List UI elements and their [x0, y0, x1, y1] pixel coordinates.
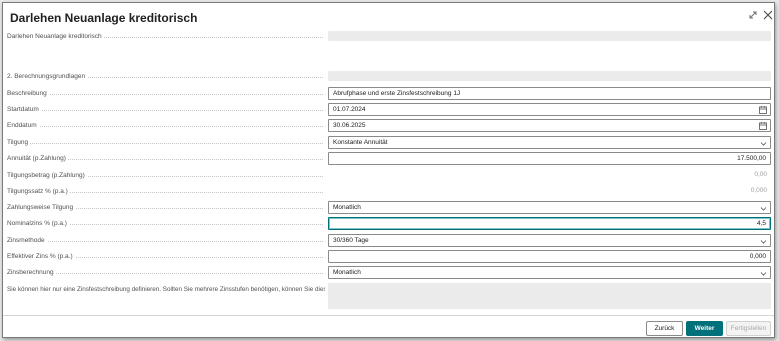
loan-dialog: Darlehen Neuanlage kreditorisch Darlehen… [2, 2, 775, 338]
footer-divider [3, 315, 774, 316]
section2-field [328, 71, 771, 81]
row-tilgungsbetrag: Tilgungsbetrag (p.Zahlung) 0,00 [3, 169, 774, 182]
annuitaet-input[interactable]: 17.500,00 [328, 152, 771, 165]
header-row: Darlehen Neuanlage kreditorisch [3, 30, 774, 43]
zinsberechnung-select[interactable]: Monatlich [328, 266, 771, 279]
section2-label: 2. Berechnungsgrundlagen [7, 70, 323, 83]
zinsberechnung-value: Monatlich [333, 269, 361, 276]
chevron-down-icon [760, 140, 767, 146]
zahlungsweise-value: Monatlich [333, 204, 361, 211]
enddatum-input[interactable]: 30.06.2025 [328, 119, 771, 132]
zinsmethode-label: Zinsmethode [7, 234, 323, 247]
zinsmethode-select[interactable]: 30/360 Tage [328, 234, 771, 247]
tilgung-value: Konstante Annuität [333, 139, 388, 146]
startdatum-input[interactable]: 01.07.2024 [328, 103, 771, 116]
zahlungsweise-label: Zahlungsweise Tilgung [7, 201, 323, 214]
row-zinsberechnung: Zinsberechnung Monatlich [3, 266, 774, 279]
startdatum-value: 01.07.2024 [333, 106, 366, 113]
zinsberechnung-label: Zinsberechnung [7, 266, 323, 279]
chevron-down-icon [760, 205, 767, 211]
info-box [328, 283, 771, 309]
effektiver-zins-input[interactable]: 0,000 [328, 250, 771, 263]
row-annuitaet: Annuität (p.Zahlung) 17.500,00 [3, 152, 774, 165]
row-nominalzins: Nominalzins % (p.a.) 4,5 [3, 217, 774, 230]
tilgung-label: Tilgung [7, 136, 323, 149]
row-effektiver-zins: Effektiver Zins % (p.a.) 0,000 [3, 250, 774, 263]
tilgungsbetrag-label: Tilgungsbetrag (p.Zahlung) [7, 169, 323, 182]
chevron-down-icon [760, 238, 767, 244]
row-beschreibung: Beschreibung Abrufphase und erste Zinsfe… [3, 87, 774, 100]
row-enddatum: Enddatum 30.06.2025 [3, 119, 774, 132]
enddatum-value: 30.06.2025 [333, 122, 366, 129]
header-field [328, 31, 771, 41]
tilgung-select[interactable]: Konstante Annuität [328, 136, 771, 149]
enddatum-label: Enddatum [7, 119, 323, 132]
tilgungssatz-label: Tilgungssatz % (p.a.) [7, 185, 323, 198]
beschreibung-input[interactable]: Abrufphase und erste Zinsfestschreibung … [328, 87, 771, 100]
nominalzins-label: Nominalzins % (p.a.) [7, 217, 323, 230]
info-text: Sie können hier nur eine Zinsfestschreib… [7, 286, 325, 293]
dialog-title: Darlehen Neuanlage kreditorisch [10, 11, 198, 25]
nominalzins-input[interactable]: 4,5 [328, 217, 771, 230]
row-zinsmethode: Zinsmethode 30/360 Tage [3, 234, 774, 247]
startdatum-label: Startdatum [7, 103, 323, 116]
finish-button[interactable]: Fertigstellen [726, 321, 771, 336]
effektiver-zins-label: Effektiver Zins % (p.a.) [7, 250, 323, 263]
calendar-icon[interactable] [759, 122, 767, 130]
chevron-down-icon [760, 270, 767, 276]
next-button[interactable]: Weiter [686, 321, 723, 336]
tilgungsbetrag-value: 0,00 [328, 169, 771, 182]
zahlungsweise-select[interactable]: Monatlich [328, 201, 771, 214]
header-label: Darlehen Neuanlage kreditorisch [7, 30, 323, 43]
calendar-icon[interactable] [759, 106, 767, 114]
row-tilgung: Tilgung Konstante Annuität [3, 136, 774, 149]
section2-row: 2. Berechnungsgrundlagen [3, 70, 774, 83]
zinsmethode-value: 30/360 Tage [333, 237, 369, 244]
row-startdatum: Startdatum 01.07.2024 [3, 103, 774, 116]
row-tilgungssatz: Tilgungssatz % (p.a.) 0,000 [3, 185, 774, 198]
back-button[interactable]: Zurück [646, 321, 683, 336]
expand-icon[interactable] [747, 9, 759, 21]
tilgungssatz-value: 0,000 [328, 185, 771, 198]
annuitaet-label: Annuität (p.Zahlung) [7, 152, 323, 165]
beschreibung-label: Beschreibung [7, 87, 323, 100]
row-zahlungsweise: Zahlungsweise Tilgung Monatlich [3, 201, 774, 214]
close-icon[interactable] [762, 9, 774, 21]
